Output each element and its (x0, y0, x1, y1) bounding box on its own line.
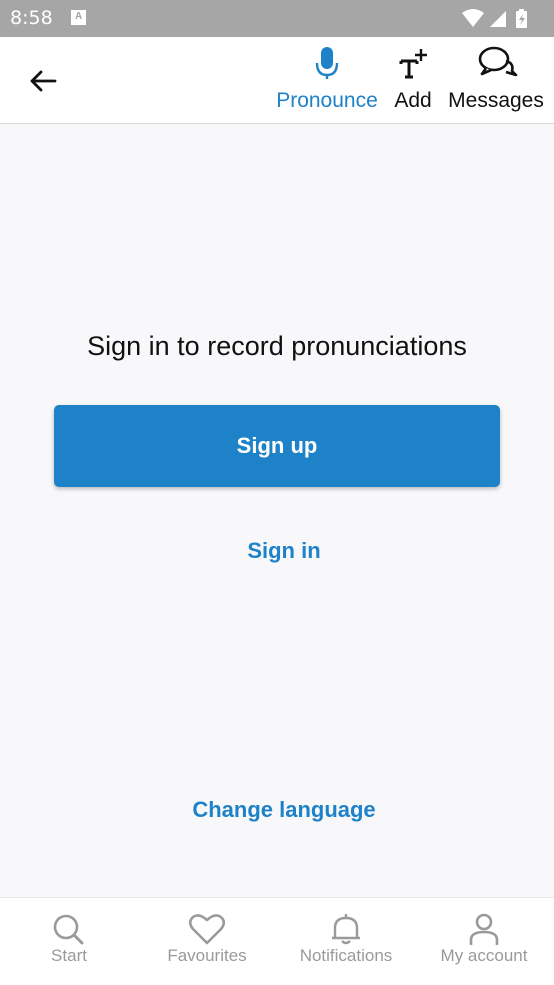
microphone-icon (274, 45, 380, 79)
tab-add-label: Add (394, 89, 432, 112)
back-arrow-icon (30, 70, 57, 92)
tab-add[interactable]: Add (390, 37, 436, 123)
top-app-bar: Pronounce Add Messages (0, 37, 554, 124)
nav-my-account[interactable]: My account (415, 898, 553, 985)
user-icon (415, 912, 553, 946)
notification-icon (71, 10, 86, 25)
sign-in-prompt: Sign in to record pronunciations (87, 331, 467, 361)
tab-messages[interactable]: Messages (446, 37, 546, 123)
heart-icon (138, 912, 276, 946)
bell-icon (277, 912, 415, 946)
search-icon (0, 912, 138, 946)
bottom-navigation: Start Favourites Notifications My accoun… (0, 897, 554, 985)
signal-icon (490, 11, 506, 27)
tab-pronounce-label: Pronounce (276, 89, 378, 112)
battery-icon (516, 9, 527, 28)
add-text-icon (390, 45, 436, 79)
tab-pronounce[interactable]: Pronounce (274, 37, 380, 123)
change-language-link[interactable]: Change language (170, 797, 398, 831)
back-button[interactable] (27, 65, 59, 97)
nav-notifications-label: Notifications (299, 946, 393, 965)
nav-my-account-label: My account (440, 946, 528, 965)
nav-notifications[interactable]: Notifications (277, 898, 415, 985)
status-icons (460, 8, 544, 35)
wifi-icon (462, 9, 484, 27)
status-bar: 8:58 (0, 0, 554, 37)
sign-up-button[interactable]: Sign up (54, 405, 500, 487)
sign-in-link[interactable]: Sign in (200, 538, 368, 572)
tab-messages-label: Messages (448, 89, 544, 112)
nav-favourites[interactable]: Favourites (138, 898, 276, 985)
nav-favourites-label: Favourites (167, 946, 247, 965)
status-time: 8:58 (10, 7, 53, 29)
nav-start[interactable]: Start (0, 898, 138, 985)
nav-start-label: Start (51, 946, 87, 965)
chat-bubbles-icon (446, 45, 546, 79)
